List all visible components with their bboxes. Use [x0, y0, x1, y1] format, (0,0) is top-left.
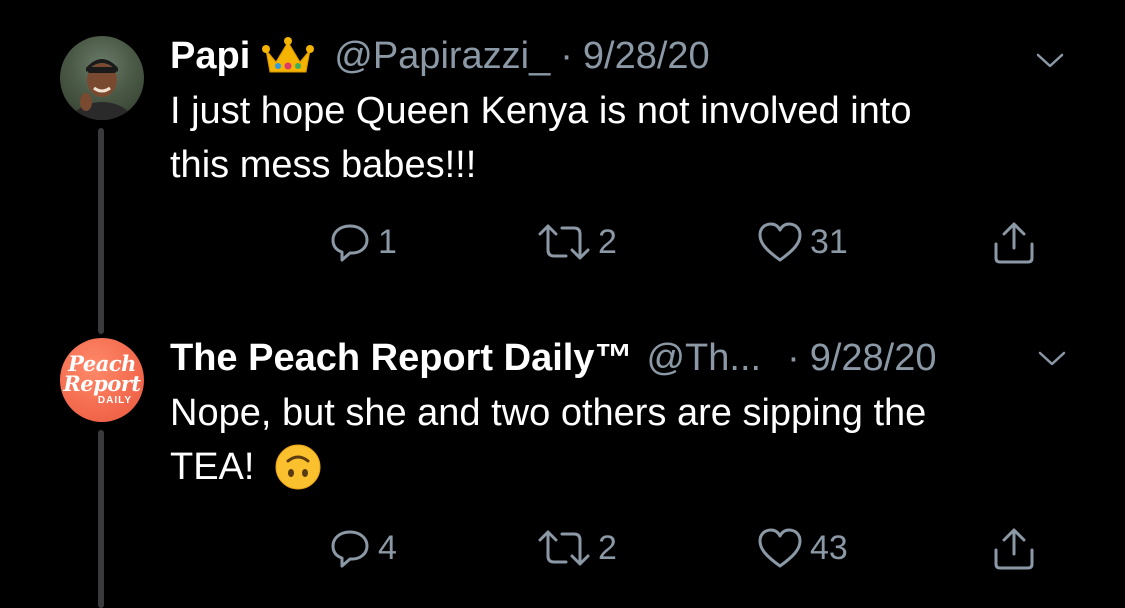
crown-emoji-icon	[262, 36, 315, 76]
retweet-icon	[536, 220, 592, 264]
tweet-text-line: TEA!	[170, 446, 255, 488]
tweet-header: Papi @Papirazzi_ · 9/28/20	[170, 28, 710, 84]
display-name[interactable]: The Peach Report Daily™	[170, 337, 632, 380]
tweet-header: The Peach Report Daily™ @Th... · 9/28/20	[170, 330, 937, 386]
tweet-text-line: this mess babes!!!	[170, 144, 477, 186]
heart-icon	[756, 526, 804, 570]
tweet-date[interactable]: 9/28/20	[583, 35, 710, 78]
like-count: 43	[810, 528, 848, 567]
tweet-peach-report[interactable]: Peach Report DAILY The Peach Report Dail…	[0, 330, 1125, 608]
separator-dot: ·	[787, 336, 800, 379]
heart-icon	[756, 220, 804, 264]
chevron-down-icon[interactable]	[1034, 44, 1066, 76]
like-button[interactable]: 43	[756, 526, 848, 570]
retweet-icon	[536, 526, 592, 570]
share-button[interactable]	[990, 524, 1038, 572]
reply-icon	[328, 526, 372, 570]
display-name[interactable]: Papi	[170, 35, 250, 78]
tweet-text-line: I just hope Queen Kenya is not involved …	[170, 90, 912, 132]
upside-down-face-icon	[274, 443, 322, 491]
retweet-button[interactable]: 2	[536, 220, 617, 264]
tweet-text-line-wrapper: TEA!	[170, 440, 1070, 494]
share-button[interactable]	[990, 218, 1038, 266]
action-bar: 1 2 31	[0, 220, 1125, 280]
avatar[interactable]	[60, 36, 144, 120]
logo-text: Report	[63, 371, 141, 397]
like-button[interactable]: 31	[756, 220, 848, 264]
reply-icon	[328, 220, 372, 264]
tweet-text: I just hope Queen Kenya is not involved …	[170, 84, 1070, 192]
handle[interactable]: @Th...	[646, 337, 761, 380]
retweet-count: 2	[598, 528, 617, 567]
reply-button[interactable]: 4	[328, 526, 397, 570]
tweet-date[interactable]: 9/28/20	[810, 337, 937, 380]
share-icon	[990, 218, 1038, 266]
retweet-count: 2	[598, 222, 617, 261]
reply-count: 4	[378, 528, 397, 567]
reply-count: 1	[378, 222, 397, 261]
share-icon	[990, 524, 1038, 572]
tweet-papi[interactable]: Papi @Papirazzi_ · 9/28/20 I just hope Q…	[0, 28, 1125, 308]
like-count: 31	[810, 222, 848, 261]
retweet-button[interactable]: 2	[536, 526, 617, 570]
tweet-text: Nope, but she and two others are sipping…	[170, 386, 1070, 494]
chevron-down-icon[interactable]	[1036, 342, 1068, 374]
action-bar: 4 2 43	[0, 526, 1125, 586]
separator-dot: ·	[560, 34, 573, 77]
person-photo	[69, 59, 135, 120]
handle[interactable]: @Papirazzi_	[334, 35, 550, 78]
avatar[interactable]: Peach Report DAILY	[60, 338, 144, 422]
tweet-text-line: Nope, but she and two others are sipping…	[170, 392, 927, 434]
reply-button[interactable]: 1	[328, 220, 397, 264]
logo-text: DAILY	[97, 395, 132, 407]
